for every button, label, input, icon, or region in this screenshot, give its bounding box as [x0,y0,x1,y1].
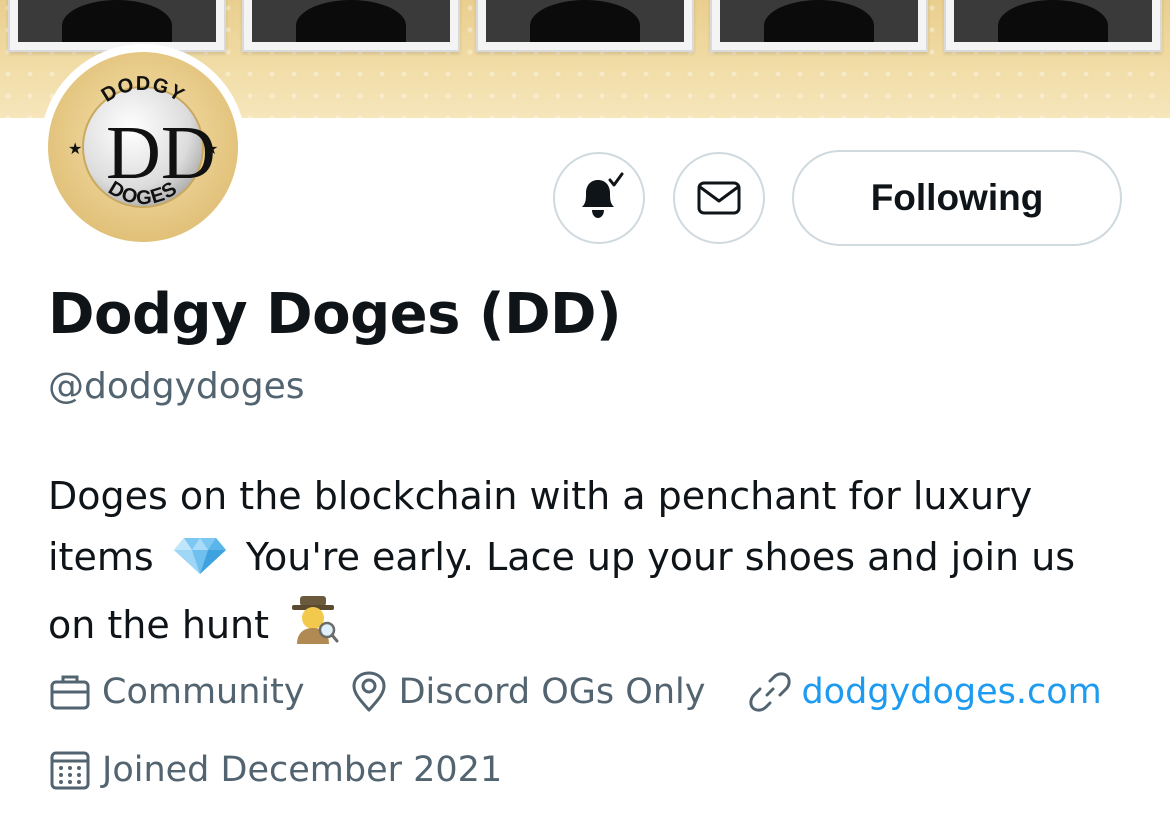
profile-display-name: Dodgy Doges (DD) [48,282,622,347]
bio-line: on the hunt [48,594,1138,662]
envelope-icon [697,181,741,215]
category-text: Community [102,672,305,712]
location-text: Discord OGs Only [398,672,706,712]
profile-meta-row: Joined December 2021 [48,748,546,792]
svg-text:★: ★ [68,139,82,158]
banner-portrait-frame [242,0,460,52]
banner-portrait-frame [476,0,694,52]
svg-text:DD: DD [106,111,216,195]
bio-line: items You're early. Lace up your shoes a… [48,527,1138,594]
banner-portrait-frame [944,0,1162,52]
profile-avatar[interactable]: DODGY DOGES ★ ★ DD [40,44,246,250]
notifications-button[interactable] [553,152,645,244]
profile-location: Discord OGs Only [349,670,706,714]
profile-category: Community [48,670,305,714]
bell-check-icon [582,172,624,218]
profile-meta-row: Community Discord OGs Only dodgydoges.co… [48,670,1146,714]
message-button[interactable] [673,152,765,244]
following-button[interactable]: Following [792,150,1122,246]
bio-text: items [48,535,154,579]
link-icon [749,672,792,712]
calendar-icon [50,751,90,790]
profile-joined: Joined December 2021 [48,748,502,792]
website-link[interactable]: dodgydoges.com [801,672,1101,712]
briefcase-icon [50,675,90,710]
profile-bio: Doges on the blockchain with a penchant … [48,466,1138,662]
gem-stone-emoji [172,533,228,594]
banner-portrait-frame [710,0,928,52]
joined-text: Joined December 2021 [102,750,503,790]
profile-handle: @dodgydoges [48,366,305,407]
bio-text: You're early. Lace up your shoes and joi… [245,535,1076,579]
bio-text: on the hunt [48,603,270,647]
location-pin-icon [352,671,386,712]
profile-website[interactable]: dodgydoges.com [749,671,1102,713]
banner-portrait-frame [8,0,226,52]
detective-emoji [287,594,339,662]
bio-line: Doges on the blockchain with a penchant … [48,474,1033,518]
dodgy-doges-logo: DODGY DOGES ★ ★ DD [48,52,238,242]
